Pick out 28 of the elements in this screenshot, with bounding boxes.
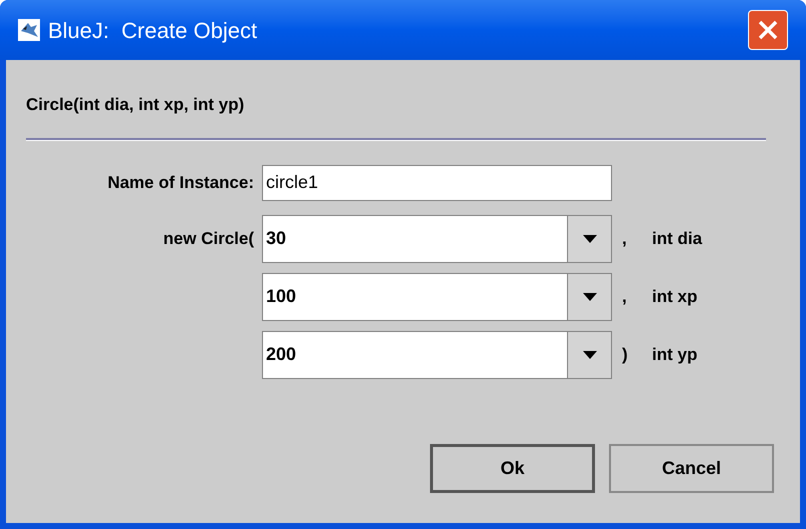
parameter-type: int dia	[652, 228, 702, 250]
dialog-button[interactable]: Ok	[430, 444, 595, 493]
combo-value: 30	[265, 227, 288, 250]
dropdown-button[interactable]	[567, 274, 611, 320]
caret-icon	[582, 292, 596, 300]
dropdown-button[interactable]	[567, 216, 611, 262]
dialog-button[interactable]: Cancel	[609, 444, 774, 493]
parameter-type: int xp	[652, 286, 698, 308]
instance-name-field[interactable]: circle1	[262, 164, 612, 200]
parameter-type: int yp	[652, 344, 698, 366]
constructor-label: new Circle(	[163, 228, 254, 248]
parameter-combo-box[interactable]: 200	[262, 330, 612, 378]
parameter-combo-box[interactable]: 30	[262, 214, 612, 262]
caret-icon	[582, 234, 596, 242]
constructor-signature: Circle(int dia, int xp, int yp)	[26, 94, 246, 116]
close-icon	[757, 19, 779, 41]
combo-value: 200	[265, 343, 298, 366]
caret-icon	[582, 350, 596, 358]
bird-logo-icon	[18, 19, 40, 41]
field-label: Name of Instance:	[106, 172, 255, 194]
separator-text: ,	[621, 286, 628, 308]
separator-text: )	[621, 344, 629, 366]
window-title: BlueJ: Create Object	[48, 16, 258, 45]
parameter-combo-box[interactable]: 100	[262, 272, 612, 320]
close-button[interactable]	[748, 10, 788, 50]
separator-text: ,	[621, 228, 628, 250]
dropdown-button[interactable]	[567, 332, 611, 378]
combo-value: 100	[265, 285, 298, 308]
